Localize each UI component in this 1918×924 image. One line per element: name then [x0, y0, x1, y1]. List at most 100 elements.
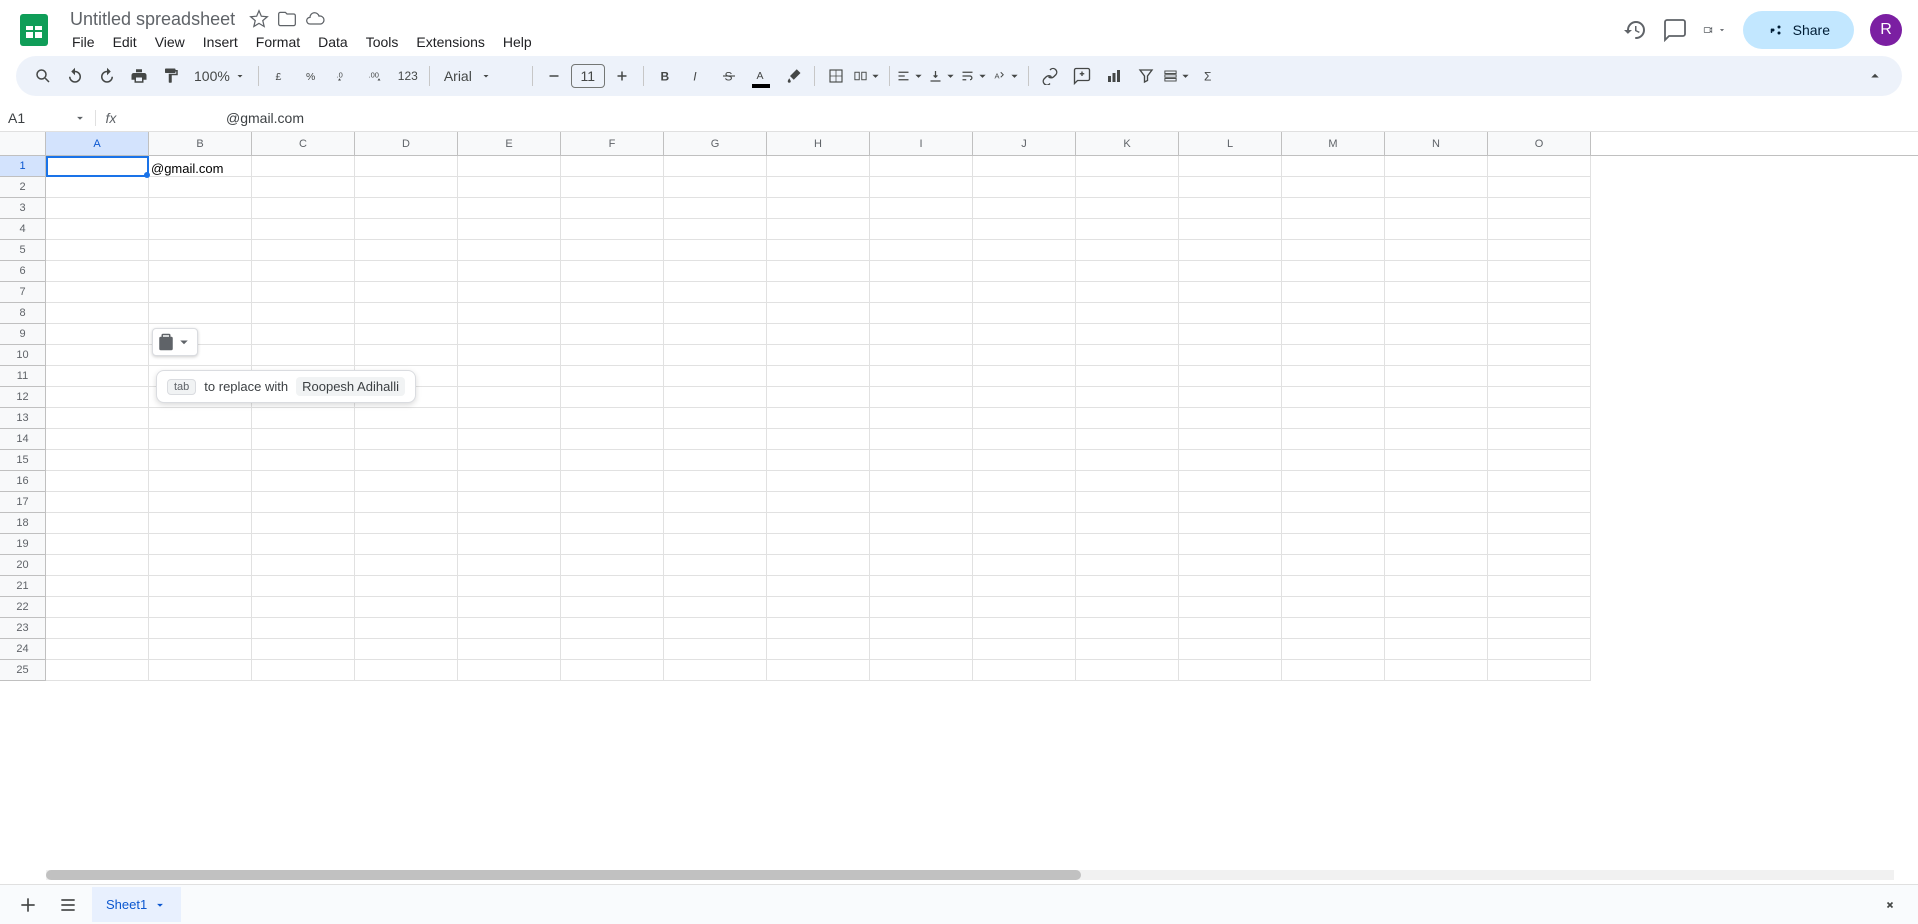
- cell-D1[interactable]: [355, 156, 458, 177]
- sheets-logo[interactable]: [16, 12, 52, 48]
- move-folder-icon[interactable]: [277, 9, 297, 29]
- font-size-input[interactable]: [571, 64, 605, 88]
- cell-L9[interactable]: [1179, 324, 1282, 345]
- cell-M24[interactable]: [1282, 639, 1385, 660]
- cell-E10[interactable]: [458, 345, 561, 366]
- cell-N22[interactable]: [1385, 597, 1488, 618]
- cell-A25[interactable]: [46, 660, 149, 681]
- cell-N15[interactable]: [1385, 450, 1488, 471]
- cell-L2[interactable]: [1179, 177, 1282, 198]
- cell-J6[interactable]: [973, 261, 1076, 282]
- cell-G3[interactable]: [664, 198, 767, 219]
- undo-icon[interactable]: [60, 61, 90, 91]
- cell-C21[interactable]: [252, 576, 355, 597]
- cell-B20[interactable]: [149, 555, 252, 576]
- cell-A12[interactable]: [46, 387, 149, 408]
- column-header-C[interactable]: C: [252, 132, 355, 155]
- cell-F23[interactable]: [561, 618, 664, 639]
- cell-L1[interactable]: [1179, 156, 1282, 177]
- document-title[interactable]: Untitled spreadsheet: [64, 7, 241, 32]
- cell-C25[interactable]: [252, 660, 355, 681]
- cell-M5[interactable]: [1282, 240, 1385, 261]
- column-header-L[interactable]: L: [1179, 132, 1282, 155]
- cell-L19[interactable]: [1179, 534, 1282, 555]
- row-header-3[interactable]: 3: [0, 198, 46, 219]
- cell-K5[interactable]: [1076, 240, 1179, 261]
- cell-O19[interactable]: [1488, 534, 1591, 555]
- cell-N1[interactable]: [1385, 156, 1488, 177]
- cell-J24[interactable]: [973, 639, 1076, 660]
- cell-E11[interactable]: [458, 366, 561, 387]
- cell-D21[interactable]: [355, 576, 458, 597]
- cell-A17[interactable]: [46, 492, 149, 513]
- percent-icon[interactable]: %: [297, 61, 327, 91]
- cell-H20[interactable]: [767, 555, 870, 576]
- cell-B24[interactable]: [149, 639, 252, 660]
- cell-F11[interactable]: [561, 366, 664, 387]
- cell-L22[interactable]: [1179, 597, 1282, 618]
- row-header-22[interactable]: 22: [0, 597, 46, 618]
- cell-G12[interactable]: [664, 387, 767, 408]
- cell-K16[interactable]: [1076, 471, 1179, 492]
- cell-J10[interactable]: [973, 345, 1076, 366]
- cell-M20[interactable]: [1282, 555, 1385, 576]
- cell-O18[interactable]: [1488, 513, 1591, 534]
- cell-A6[interactable]: [46, 261, 149, 282]
- bold-icon[interactable]: B: [650, 61, 680, 91]
- cell-J18[interactable]: [973, 513, 1076, 534]
- cell-B13[interactable]: [149, 408, 252, 429]
- cell-O12[interactable]: [1488, 387, 1591, 408]
- row-header-15[interactable]: 15: [0, 450, 46, 471]
- cell-I24[interactable]: [870, 639, 973, 660]
- cell-L17[interactable]: [1179, 492, 1282, 513]
- cell-I9[interactable]: [870, 324, 973, 345]
- row-header-21[interactable]: 21: [0, 576, 46, 597]
- cell-H22[interactable]: [767, 597, 870, 618]
- cell-C7[interactable]: [252, 282, 355, 303]
- cell-J21[interactable]: [973, 576, 1076, 597]
- cell-O11[interactable]: [1488, 366, 1591, 387]
- cell-L5[interactable]: [1179, 240, 1282, 261]
- cell-F19[interactable]: [561, 534, 664, 555]
- cell-C9[interactable]: [252, 324, 355, 345]
- cell-N5[interactable]: [1385, 240, 1488, 261]
- row-header-2[interactable]: 2: [0, 177, 46, 198]
- cell-I13[interactable]: [870, 408, 973, 429]
- text-rotation-icon[interactable]: A: [992, 61, 1022, 91]
- cell-L20[interactable]: [1179, 555, 1282, 576]
- cell-E25[interactable]: [458, 660, 561, 681]
- cell-G22[interactable]: [664, 597, 767, 618]
- cell-L21[interactable]: [1179, 576, 1282, 597]
- cell-E24[interactable]: [458, 639, 561, 660]
- cell-M1[interactable]: [1282, 156, 1385, 177]
- cell-C1[interactable]: [252, 156, 355, 177]
- cell-D23[interactable]: [355, 618, 458, 639]
- cell-F25[interactable]: [561, 660, 664, 681]
- cell-K20[interactable]: [1076, 555, 1179, 576]
- cell-G15[interactable]: [664, 450, 767, 471]
- cell-E22[interactable]: [458, 597, 561, 618]
- cell-O10[interactable]: [1488, 345, 1591, 366]
- cell-K2[interactable]: [1076, 177, 1179, 198]
- cell-D14[interactable]: [355, 429, 458, 450]
- cell-A20[interactable]: [46, 555, 149, 576]
- cell-F4[interactable]: [561, 219, 664, 240]
- cell-G7[interactable]: [664, 282, 767, 303]
- cell-B8[interactable]: [149, 303, 252, 324]
- cell-K24[interactable]: [1076, 639, 1179, 660]
- cell-M12[interactable]: [1282, 387, 1385, 408]
- cell-F3[interactable]: [561, 198, 664, 219]
- merge-cells-icon[interactable]: [853, 61, 883, 91]
- cell-E1[interactable]: [458, 156, 561, 177]
- filter-views-icon[interactable]: [1163, 61, 1193, 91]
- cell-C5[interactable]: [252, 240, 355, 261]
- select-all-corner[interactable]: [0, 132, 46, 155]
- italic-icon[interactable]: I: [682, 61, 712, 91]
- cell-F5[interactable]: [561, 240, 664, 261]
- cell-H8[interactable]: [767, 303, 870, 324]
- increase-font-size-icon[interactable]: [607, 61, 637, 91]
- cell-N17[interactable]: [1385, 492, 1488, 513]
- column-header-H[interactable]: H: [767, 132, 870, 155]
- cell-M21[interactable]: [1282, 576, 1385, 597]
- cell-A10[interactable]: [46, 345, 149, 366]
